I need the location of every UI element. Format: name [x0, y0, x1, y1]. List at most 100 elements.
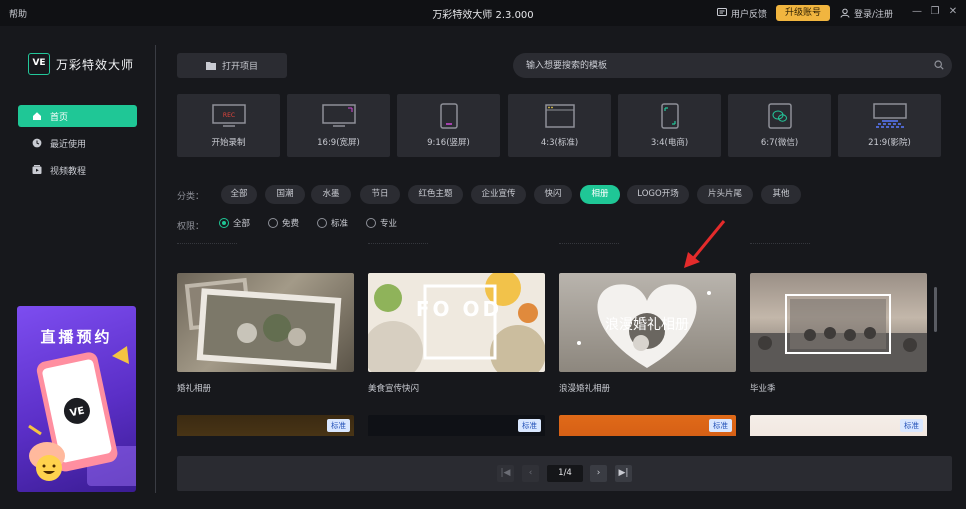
category-chip-red-theme[interactable]: 红色主题	[408, 185, 463, 204]
last-page-button[interactable]: ▶|	[615, 465, 632, 482]
ratio-card-6-7[interactable]: 6:7(微信)	[728, 94, 831, 157]
permission-radio-standard[interactable]: 标准	[317, 217, 348, 229]
food-thumbnail: FO OD	[368, 273, 545, 372]
sidebar-item-label: 首页	[50, 112, 69, 123]
romantic-wedding-thumbnail: 浪漫婚礼相册	[577, 284, 711, 368]
previous-row-edge	[368, 243, 428, 248]
template-card[interactable]: 标准	[177, 415, 354, 436]
romantic-overlay-text: 浪漫婚礼相册	[605, 317, 689, 333]
feedback-button[interactable]: 用户反馈	[717, 5, 767, 21]
login-register-button[interactable]: 登录/注册	[840, 5, 893, 21]
logo-mark: VE	[28, 53, 50, 75]
minimize-button[interactable]: —	[910, 5, 924, 19]
sidebar-divider	[155, 45, 156, 493]
wechat-icon	[767, 103, 792, 129]
permission-radio-all[interactable]: 全部	[219, 217, 250, 229]
radio-dot	[317, 218, 327, 228]
radio-dot	[268, 218, 278, 228]
restore-button[interactable]: ❐	[928, 5, 942, 19]
app-logo: VE 万彩特效大师	[28, 53, 134, 75]
permission-radio-pro[interactable]: 专业	[366, 217, 397, 229]
previous-row-edge	[559, 243, 619, 248]
open-project-button[interactable]: 打开项目	[177, 53, 287, 78]
pagination-bar: |◀ ‹ 1/4 › ▶|	[177, 456, 952, 491]
graduation-thumbnail	[750, 294, 927, 372]
promo-illustration: VE	[28, 346, 136, 486]
category-label: 分类：	[177, 192, 205, 202]
category-chip-logo-intro[interactable]: LOGO开场	[627, 185, 689, 204]
template-title: 毕业季	[750, 384, 776, 394]
sidebar-item-recent[interactable]: 最近使用	[18, 132, 137, 154]
standard-window-icon	[544, 104, 575, 128]
user-icon	[840, 8, 850, 18]
category-chip-corporate[interactable]: 企业宣传	[471, 185, 526, 204]
video-tutorial-icon	[32, 165, 42, 174]
radio-label: 标准	[331, 219, 349, 229]
ratio-card-3-4[interactable]: 3:4(电商)	[618, 94, 721, 157]
live-reservation-banner[interactable]: 直播预约 VE	[17, 306, 136, 492]
widescreen-icon	[321, 104, 356, 127]
title-bar: 帮助 万彩特效大师 2.3.000 用户反馈 升级账号 登录/注册 — ❐ ✕	[0, 0, 966, 26]
category-chip-flash[interactable]: 快闪	[534, 185, 572, 204]
ratio-label: 21:9(影院)	[868, 138, 911, 148]
ratio-label: 16:9(宽屏)	[317, 138, 360, 148]
template-card-wedding-album[interactable]	[177, 273, 354, 372]
portrait-phone-icon	[439, 103, 458, 129]
app-name: 万彩特效大师	[56, 57, 135, 72]
template-title: 浪漫婚礼相册	[559, 384, 611, 394]
previous-row-edge	[177, 243, 237, 248]
cinema-icon	[872, 103, 907, 128]
category-chip-intro-outro[interactable]: 片头片尾	[697, 185, 753, 204]
template-card-romantic-wedding[interactable]: 浪漫婚礼相册	[559, 273, 736, 372]
feedback-label: 用户反馈	[731, 9, 768, 20]
upgrade-account-button[interactable]: 升级账号	[776, 5, 830, 21]
food-overlay-text: FO OD	[416, 297, 502, 321]
search-icon[interactable]	[934, 60, 944, 70]
template-card[interactable]: 标准	[559, 415, 736, 436]
ratio-card-21-9[interactable]: 21:9(影院)	[838, 94, 941, 157]
annotation-arrow-icon	[684, 220, 726, 268]
sidebar-item-video-tutorial[interactable]: 视频教程	[18, 159, 137, 181]
sidebar-item-label: 视频教程	[50, 166, 87, 177]
ratio-card-record[interactable]: REC 开始录制	[177, 94, 280, 157]
record-icon: REC	[211, 104, 246, 127]
radio-dot	[366, 218, 376, 228]
open-project-label: 打开项目	[221, 62, 258, 72]
close-button[interactable]: ✕	[946, 5, 960, 19]
standard-badge: 标准	[900, 419, 923, 432]
previous-row-edge	[750, 243, 810, 248]
category-chip-guochao[interactable]: 国潮	[265, 185, 305, 204]
template-card[interactable]: 标准	[750, 415, 927, 436]
category-chip-album[interactable]: 相册	[580, 185, 620, 204]
clock-icon	[32, 138, 42, 148]
radio-label: 免费	[282, 219, 300, 229]
template-title: 美食宣传快闪	[368, 384, 420, 394]
category-chip-festival[interactable]: 节日	[360, 185, 400, 204]
sidebar-item-home[interactable]: 首页	[18, 105, 137, 127]
template-card-graduation[interactable]	[750, 273, 927, 372]
feedback-icon	[717, 8, 727, 16]
prev-page-button[interactable]: ‹	[522, 465, 539, 482]
page-indicator[interactable]: 1/4	[547, 465, 583, 482]
category-chip-other[interactable]: 其他	[761, 185, 801, 204]
next-page-button[interactable]: ›	[590, 465, 607, 482]
wedding-thumbnail	[184, 277, 342, 370]
permission-radio-free[interactable]: 免费	[268, 217, 299, 229]
first-page-button[interactable]: |◀	[497, 465, 514, 482]
template-card-food-flash[interactable]: FO OD	[368, 273, 545, 372]
ratio-card-9-16[interactable]: 9:16(竖屏)	[397, 94, 500, 157]
ratio-card-4-3[interactable]: 4:3(标准)	[508, 94, 611, 157]
rec-badge: REC	[222, 112, 234, 119]
home-icon	[33, 112, 41, 120]
category-chip-all[interactable]: 全部	[221, 185, 257, 204]
template-grid: 婚礼相册 FO OD 美食宣传快闪 浪漫婚礼相册 浪漫婚礼相册 毕业季 标准 标…	[177, 240, 937, 436]
ratio-label: 4:3(标准)	[540, 138, 579, 148]
radio-dot	[219, 218, 229, 228]
ratio-label: 开始录制	[211, 138, 246, 148]
search-input[interactable]	[513, 53, 952, 78]
template-scrollbar[interactable]	[934, 287, 937, 332]
ratio-label: 3:4(电商)	[650, 138, 689, 148]
ratio-card-16-9[interactable]: 16:9(宽屏)	[287, 94, 390, 157]
category-chip-ink[interactable]: 水墨	[311, 185, 351, 204]
template-card[interactable]: 标准	[368, 415, 545, 436]
